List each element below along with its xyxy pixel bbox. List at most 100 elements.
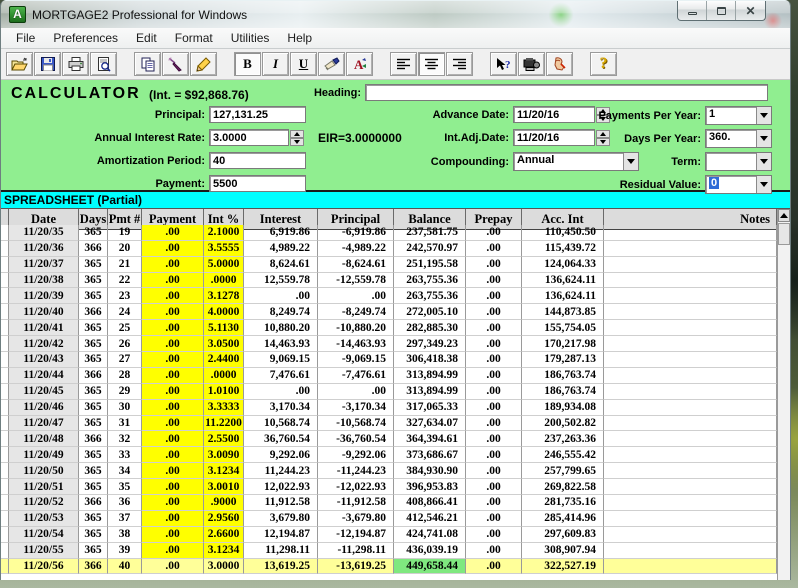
cell-days-row19[interactable]: 365: [79, 511, 108, 527]
cell-interest-row22[interactable]: 13,619.25: [244, 559, 318, 575]
cell-prepay-row6[interactable]: .00: [466, 304, 522, 320]
cell-date-row6[interactable]: 11/20/40: [9, 304, 79, 320]
menu-item-help[interactable]: Help: [278, 29, 321, 47]
cell-interest-row6[interactable]: 8,249.74: [244, 304, 318, 320]
cell-acc-int-row2[interactable]: 115,439.72: [522, 241, 604, 257]
cell-balance-row1[interactable]: 237,581.75: [394, 225, 466, 241]
chevron-down-icon[interactable]: [756, 176, 771, 193]
cell-prepay-row20[interactable]: .00: [466, 527, 522, 543]
cell-pmt-row10[interactable]: 28: [108, 368, 142, 384]
cell-acc-int-row9[interactable]: 179,287.13: [522, 352, 604, 368]
cell-acc-int-row3[interactable]: 124,064.33: [522, 257, 604, 273]
cell-notes-row19[interactable]: [604, 511, 777, 527]
cell-date-row8[interactable]: 11/20/42: [9, 336, 79, 352]
heading-input[interactable]: [365, 84, 768, 101]
cell-days-row14[interactable]: 366: [79, 431, 108, 447]
cell-payment-row2[interactable]: .00: [142, 241, 204, 257]
cell-notes-row10[interactable]: [604, 368, 777, 384]
cell-balance-row15[interactable]: 373,686.67: [394, 447, 466, 463]
cell-notes-row14[interactable]: [604, 431, 777, 447]
screen-print-button[interactable]: [518, 52, 545, 76]
cell-interest-row7[interactable]: 10,880.20: [244, 320, 318, 336]
cell-notes-row21[interactable]: [604, 543, 777, 559]
cell-interest-row15[interactable]: 9,292.06: [244, 447, 318, 463]
cell-prepay-row2[interactable]: .00: [466, 241, 522, 257]
cell-int-row10[interactable]: .0000: [204, 368, 244, 384]
cell-principal-row1[interactable]: -6,919.86: [318, 225, 394, 241]
days-per-year-select[interactable]: 360.: [705, 129, 772, 148]
cell-principal-row17[interactable]: -12,022.93: [318, 479, 394, 495]
cell-int-row2[interactable]: 3.5555: [204, 241, 244, 257]
cell-pmt-row17[interactable]: 35: [108, 479, 142, 495]
underline-button[interactable]: U: [290, 52, 317, 76]
cell-payment-row6[interactable]: .00: [142, 304, 204, 320]
payment-input[interactable]: [209, 175, 306, 192]
cell-prepay-row14[interactable]: .00: [466, 431, 522, 447]
cell-date-row15[interactable]: 11/20/49: [9, 447, 79, 463]
cell-notes-row3[interactable]: [604, 257, 777, 273]
menu-item-file[interactable]: File: [7, 29, 44, 47]
help-button[interactable]: ?: [590, 52, 617, 76]
cell-date-row13[interactable]: 11/20/47: [9, 416, 79, 432]
context-help-button[interactable]: ?: [490, 52, 517, 76]
cell-pmt-row3[interactable]: 21: [108, 257, 142, 273]
cell-days-row9[interactable]: 365: [79, 352, 108, 368]
cell-pmt-row22[interactable]: 40: [108, 559, 142, 575]
cell-principal-row7[interactable]: -10,880.20: [318, 320, 394, 336]
cell-balance-row18[interactable]: 408,866.41: [394, 495, 466, 511]
cell-principal-row8[interactable]: -14,463.93: [318, 336, 394, 352]
cell-balance-row9[interactable]: 306,418.38: [394, 352, 466, 368]
cell-date-row9[interactable]: 11/20/43: [9, 352, 79, 368]
cell-days-row15[interactable]: 365: [79, 447, 108, 463]
cell-notes-row1[interactable]: [604, 225, 777, 241]
cell-interest-row13[interactable]: 10,568.74: [244, 416, 318, 432]
cell-pmt-row2[interactable]: 20: [108, 241, 142, 257]
font-color-button[interactable]: A: [346, 52, 373, 76]
cell-prepay-row5[interactable]: .00: [466, 288, 522, 304]
cell-date-row16[interactable]: 11/20/50: [9, 463, 79, 479]
cell-days-row20[interactable]: 365: [79, 527, 108, 543]
menu-item-format[interactable]: Format: [166, 29, 222, 47]
chevron-down-icon[interactable]: [756, 107, 771, 124]
cell-int-row3[interactable]: 5.0000: [204, 257, 244, 273]
cell-acc-int-row19[interactable]: 285,414.96: [522, 511, 604, 527]
cell-balance-row11[interactable]: 313,894.99: [394, 384, 466, 400]
cell-notes-row17[interactable]: [604, 479, 777, 495]
cell-prepay-row8[interactable]: .00: [466, 336, 522, 352]
cell-notes-row11[interactable]: [604, 384, 777, 400]
print-preview-button[interactable]: [90, 52, 117, 76]
cell-int-row7[interactable]: 5.1130: [204, 320, 244, 336]
titlebar[interactable]: A MORTGAGE2 Professional for Windows ✕: [1, 0, 790, 28]
cell-acc-int-row22[interactable]: 322,527.19: [522, 559, 604, 575]
cell-balance-row3[interactable]: 251,195.58: [394, 257, 466, 273]
cell-acc-int-row6[interactable]: 144,873.85: [522, 304, 604, 320]
cell-acc-int-row15[interactable]: 246,555.42: [522, 447, 604, 463]
cell-principal-row15[interactable]: -9,292.06: [318, 447, 394, 463]
maximize-button[interactable]: [707, 1, 736, 20]
cell-prepay-row21[interactable]: .00: [466, 543, 522, 559]
cell-pmt-row5[interactable]: 23: [108, 288, 142, 304]
cell-notes-row22[interactable]: [604, 559, 777, 575]
cell-acc-int-row18[interactable]: 281,735.16: [522, 495, 604, 511]
cell-int-row14[interactable]: 2.5500: [204, 431, 244, 447]
cell-int-row19[interactable]: 2.9560: [204, 511, 244, 527]
cell-date-row14[interactable]: 11/20/48: [9, 431, 79, 447]
cell-prepay-row9[interactable]: .00: [466, 352, 522, 368]
hand-pointer-button[interactable]: [546, 52, 573, 76]
cell-principal-row3[interactable]: -8,624.61: [318, 257, 394, 273]
cell-notes-row8[interactable]: [604, 336, 777, 352]
cell-date-row20[interactable]: 11/20/54: [9, 527, 79, 543]
amortization-period-input[interactable]: [209, 152, 306, 169]
cell-pmt-row19[interactable]: 37: [108, 511, 142, 527]
cell-days-row8[interactable]: 365: [79, 336, 108, 352]
cell-interest-row9[interactable]: 9,069.15: [244, 352, 318, 368]
spin-up-icon[interactable]: [290, 130, 304, 138]
cell-days-row12[interactable]: 365: [79, 400, 108, 416]
cell-date-row10[interactable]: 11/20/44: [9, 368, 79, 384]
cell-pmt-row6[interactable]: 24: [108, 304, 142, 320]
cell-prepay-row17[interactable]: .00: [466, 479, 522, 495]
copy-button[interactable]: [134, 52, 161, 76]
cell-interest-row11[interactable]: .00: [244, 384, 318, 400]
cell-date-row7[interactable]: 11/20/41: [9, 320, 79, 336]
cell-days-row6[interactable]: 366: [79, 304, 108, 320]
